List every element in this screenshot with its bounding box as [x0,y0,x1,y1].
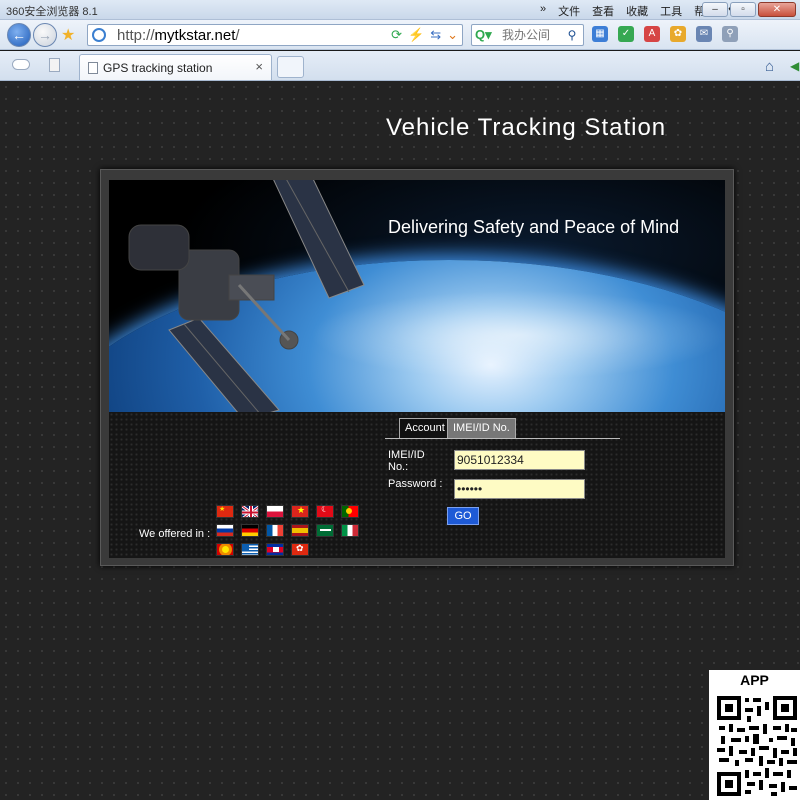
vietnam-flag[interactable]: ★ [291,505,309,518]
sidebar-toggle-icon[interactable]: ◀ [790,59,799,73]
menu-tools[interactable]: 工具 [660,3,682,19]
france-flag[interactable] [266,524,284,537]
url-host: mytkstar.net [154,27,236,44]
forward-button[interactable]: → [33,23,57,47]
maximize-button[interactable]: ▫ [730,2,756,17]
close-window-button[interactable]: ✕ [758,2,796,17]
qr-code-icon[interactable] [717,696,797,796]
back-button[interactable]: ← [7,23,31,47]
search-bar[interactable]: Q▾ ⚲ [471,24,584,46]
window-controls: – ▫ ✕ [702,2,796,17]
compat-mode-icon[interactable]: ⇆ [430,27,441,43]
browser-app-title: 360安全浏览器 8.1 [6,6,98,18]
greece-flag[interactable] [241,543,259,556]
site-title: Vehicle Tracking Station [386,114,667,141]
speed-mode-icon[interactable]: ⚡ [408,27,424,43]
tab-close-icon[interactable]: × [255,59,263,74]
tab-account[interactable]: Account [399,418,451,438]
login-form-area: Account IMEI/ID No. IMEI/ID No.: Passwor… [109,412,725,558]
go-button[interactable]: GO [447,507,479,525]
banner-image: Delivering Safety and Peace of Mind [109,180,725,412]
url-text[interactable]: http://mytkstar.net/ [117,27,240,44]
refresh-icon[interactable]: ⟳ [391,27,402,43]
portugal-flag[interactable] [341,505,359,518]
macedonia-flag[interactable] [216,543,234,556]
url-scheme: http:// [117,27,155,44]
tab-gps-tracking-station[interactable]: GPS tracking station × [79,54,272,80]
tagline: Delivering Safety and Peace of Mind [388,217,680,237]
trash-icon[interactable] [49,58,60,72]
cambodia-flag[interactable] [266,543,284,556]
imei-label: IMEI/ID No.: [388,449,425,473]
browser-nav-bar: ← → ★ http://mytkstar.net/ ⟳ ⚡ ⇆ ⌄ Q▾ ⚲ … [0,20,800,50]
menu-favorites[interactable]: 收藏 [626,3,648,19]
address-bar[interactable]: http://mytkstar.net/ ⟳ ⚡ ⇆ ⌄ [87,24,463,46]
app-download-panel: APP [709,670,800,800]
search-input[interactable] [502,26,558,44]
zoom-icon[interactable]: ⚲ [722,26,738,42]
page-globe-icon [92,28,106,42]
dropdown-icon[interactable]: ⌄ [447,27,458,43]
password-label: Password : [388,478,443,490]
satellite-image [128,180,365,412]
login-panel: Delivering Safety and Peace of Mind Acco… [100,169,734,566]
menu-view[interactable]: 查看 [592,3,614,19]
app-label: APP [740,672,769,688]
tab-imei-id[interactable]: IMEI/ID No. [447,418,516,438]
extensions-icon[interactable]: ✿ [670,26,686,42]
hong-kong-flag[interactable]: ✿ [291,543,309,556]
uk-flag[interactable] [241,505,259,518]
search-engine-icon[interactable]: Q▾ [475,27,492,43]
apps-icon[interactable]: ▦ [592,26,608,42]
china-flag[interactable]: ★ [216,505,234,518]
browser-tab-bar: GPS tracking station × ⌂ ◀ [0,51,800,81]
adblock-icon[interactable]: A [644,26,660,42]
tab-title: GPS tracking station [103,61,213,75]
tab-divider [385,438,620,439]
browser-toolbar-icons: ▦ ✓ A ✿ ✉ ⚲ [592,26,738,42]
tab-page-icon [88,62,98,74]
turkey-flag[interactable]: ☾ [316,505,334,518]
password-input[interactable] [454,479,585,499]
address-bar-icons: ⟳ ⚡ ⇆ ⌄ [391,27,458,43]
mail-icon[interactable]: ✉ [696,26,712,42]
search-icon[interactable]: ⚲ [563,26,581,44]
home-icon[interactable]: ⌂ [765,58,774,75]
italy-flag[interactable] [341,524,359,537]
page-content: Vehicle Tracking Station Delivering Safe… [0,81,800,800]
russia-flag[interactable] [216,524,234,537]
germany-flag[interactable] [241,524,259,537]
imei-input[interactable] [454,450,585,470]
new-tab-button[interactable] [277,56,304,78]
security-icon[interactable]: ✓ [618,26,634,42]
browser-title-bar: 360安全浏览器 8.1 » 文件 查看 收藏 工具 帮助 ♦ – ▫ ✕ [0,0,800,20]
url-suffix: / [235,27,240,44]
menu-file[interactable]: 文件 [558,3,580,19]
languages-label: We offered in : [139,528,211,540]
menu-more-icon[interactable]: » [540,3,546,19]
saudi-arabia-flag[interactable] [316,524,334,537]
poland-flag[interactable] [266,505,284,518]
cloud-icon[interactable] [12,59,30,70]
spain-flag[interactable] [291,524,309,537]
minimize-button[interactable]: – [702,2,728,17]
language-flags: ★ ★ ☾ ✿ [216,505,366,556]
favorite-star-icon[interactable]: ★ [61,25,75,45]
